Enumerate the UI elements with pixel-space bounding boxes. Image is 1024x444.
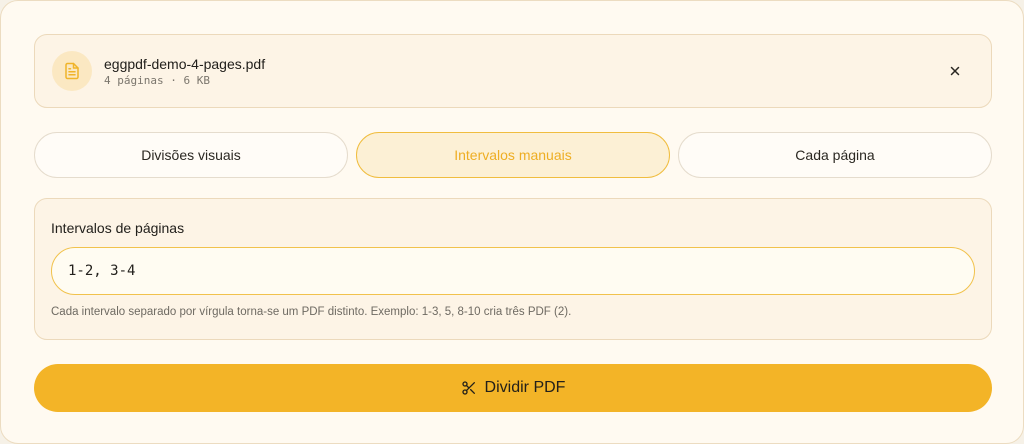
selected-file-card: eggpdf-demo-4-pages.pdf 4 páginas · 6 KB [34, 34, 992, 108]
page-ranges-label: Intervalos de páginas [51, 220, 185, 236]
tab-visual-divisions[interactable]: Divisões visuais [34, 132, 348, 178]
page-ranges-hint: Cada intervalo separado por vírgula torn… [51, 306, 572, 318]
page-ranges-panel: Intervalos de páginas Cada intervalo sep… [34, 198, 992, 340]
split-pdf-label: Dividir PDF [484, 379, 566, 396]
split-mode-tabs: Divisões visuais Intervalos manuais Cada… [34, 132, 992, 178]
remove-file-button[interactable] [942, 58, 968, 84]
split-pdf-button[interactable]: Dividir PDF [34, 364, 992, 412]
close-icon [950, 66, 960, 76]
file-meta: 4 páginas · 6 KB [104, 74, 210, 87]
tab-every-page[interactable]: Cada página [678, 132, 992, 178]
split-pdf-card: eggpdf-demo-4-pages.pdf 4 páginas · 6 KB… [0, 0, 1024, 444]
scissors-icon [461, 380, 477, 396]
file-text-icon [65, 62, 79, 80]
file-name: eggpdf-demo-4-pages.pdf [104, 56, 266, 72]
file-icon-badge [52, 51, 92, 91]
tab-manual-ranges[interactable]: Intervalos manuais [356, 132, 670, 178]
page-ranges-input[interactable] [51, 247, 975, 295]
